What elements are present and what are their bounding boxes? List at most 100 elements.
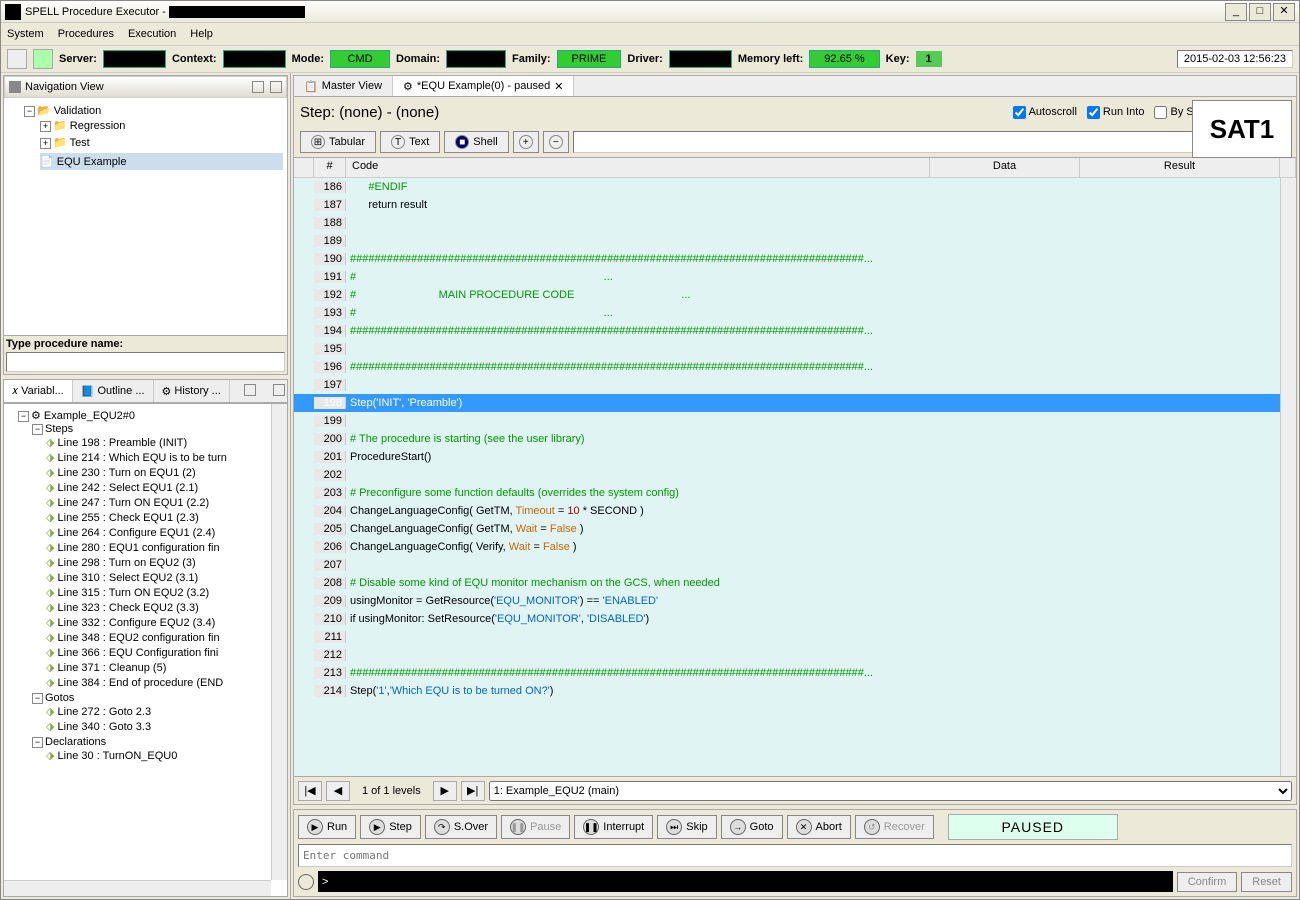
stack-last-button[interactable]: ▶| [461, 781, 485, 801]
code-line[interactable]: 206ChangeLanguageConfig( Verify, Wait = … [294, 538, 1296, 556]
code-line[interactable]: 204ChangeLanguageConfig( GetTM, Timeout … [294, 502, 1296, 520]
tree-expander[interactable]: − [24, 106, 35, 117]
code-line[interactable]: 205ChangeLanguageConfig( GetTM, Wait = F… [294, 520, 1296, 538]
tab-equ-example[interactable]: ⚙ *EQU Example(0) - paused ✕ [393, 76, 574, 96]
outline-item[interactable]: ⬗ Line 242 : Select EQU1 (2.1) [46, 480, 283, 495]
recover-button[interactable]: ↺Recover [855, 815, 934, 839]
tree-expander[interactable]: − [32, 424, 43, 435]
command-input[interactable] [298, 844, 1292, 867]
scrollbar-v[interactable] [271, 404, 287, 880]
code-line[interactable]: 190#####################################… [294, 250, 1296, 268]
code-line[interactable]: 197 [294, 376, 1296, 394]
outline-item[interactable]: ⬗ Line 30 : TurnON_EQU0 [46, 748, 283, 763]
outline-item[interactable]: ⬗ Line 315 : Turn ON EQU2 (3.2) [46, 585, 283, 600]
sover-button[interactable]: ↷S.Over [425, 815, 497, 839]
scrollbar-v[interactable] [1280, 178, 1296, 776]
runinto-checkbox[interactable]: Run Into [1087, 106, 1145, 119]
terminal[interactable]: > [318, 871, 1173, 892]
code-line[interactable]: 196#####################################… [294, 358, 1296, 376]
run-button[interactable]: ▶Run [298, 815, 356, 839]
tab-history[interactable]: ⚙ History ... [154, 380, 230, 402]
tabular-button[interactable]: ⊞Tabular [300, 131, 376, 153]
tab-variables[interactable]: 𝑥 Variabl... [4, 380, 73, 402]
code-line[interactable]: 203# Preconfigure some function defaults… [294, 484, 1296, 502]
panel-min-icon[interactable] [244, 384, 256, 396]
scrollbar-h[interactable] [4, 880, 271, 896]
code-line[interactable]: 199 [294, 412, 1296, 430]
navigation-tree[interactable]: −📂 Validation +📁 Regression +📁 Test 📄 EQ… [4, 98, 287, 335]
panel-max-icon[interactable] [270, 81, 282, 93]
tree-folder-regression[interactable]: Regression [70, 120, 126, 132]
code-line[interactable]: 192# MAIN PROCEDURE CODE ... [294, 286, 1296, 304]
toolbar-icon-2[interactable] [33, 49, 53, 69]
autoscroll-checkbox[interactable]: Autoscroll [1013, 106, 1077, 119]
stack-prev-button[interactable]: ◀ [326, 781, 350, 801]
menu-execution[interactable]: Execution [128, 28, 176, 40]
outline-declarations[interactable]: Declarations [45, 736, 106, 748]
outline-item[interactable]: ⬗ Line 230 : Turn on EQU1 (2) [46, 465, 283, 480]
code-line[interactable]: 194#####################################… [294, 322, 1296, 340]
code-line[interactable]: 189 [294, 232, 1296, 250]
code-line[interactable]: 213#####################################… [294, 664, 1296, 682]
minimize-button[interactable]: _ [1225, 3, 1247, 21]
shell-button[interactable]: ■Shell [444, 131, 508, 153]
maximize-button[interactable]: □ [1249, 3, 1271, 21]
code-line[interactable]: 202 [294, 466, 1296, 484]
code-line[interactable]: 209usingMonitor = GetResource('EQU_MONIT… [294, 592, 1296, 610]
reset-button[interactable]: Reset [1241, 872, 1292, 892]
tree-expander[interactable]: − [32, 737, 43, 748]
prompt-input[interactable] [573, 131, 1197, 153]
menu-system[interactable]: System [7, 28, 44, 40]
code-line[interactable]: 211 [294, 628, 1296, 646]
tree-folder-test[interactable]: Test [70, 137, 90, 149]
code-line[interactable]: 201ProcedureStart() [294, 448, 1296, 466]
outline-item[interactable]: ⬗ Line 280 : EQU1 configuration fin [46, 540, 283, 555]
remove-button[interactable]: − [543, 131, 569, 153]
outline-item[interactable]: ⬗ Line 247 : Turn ON EQU1 (2.2) [46, 495, 283, 510]
stack-next-button[interactable]: ▶ [433, 781, 457, 801]
outline-item[interactable]: ⬗ Line 384 : End of procedure (END [46, 675, 283, 690]
code-line[interactable]: 186 #ENDIF [294, 178, 1296, 196]
code-line[interactable]: 195 [294, 340, 1296, 358]
outline-item[interactable]: ⬗ Line 340 : Goto 3.3 [46, 719, 283, 734]
menu-procedures[interactable]: Procedures [58, 28, 114, 40]
outline-root[interactable]: Example_EQU2#0 [44, 410, 135, 422]
interrupt-button[interactable]: ❚❚Interrupt [574, 815, 653, 839]
code-line[interactable]: 198Step('INIT', 'Preamble') [294, 394, 1296, 412]
outline-item[interactable]: ⬗ Line 298 : Turn on EQU2 (3) [46, 555, 283, 570]
skip-button[interactable]: ⏭Skip [657, 815, 716, 839]
outline-item[interactable]: ⬗ Line 272 : Goto 2.3 [46, 704, 283, 719]
outline-item[interactable]: ⬗ Line 214 : Which EQU is to be turn [46, 450, 283, 465]
code-line[interactable]: 208# Disable some kind of EQU monitor me… [294, 574, 1296, 592]
goto-button[interactable]: →Goto [721, 815, 783, 839]
code-line[interactable]: 188 [294, 214, 1296, 232]
outline-tree[interactable]: −⚙ Example_EQU2#0 −Steps ⬗ Line 198 : Pr… [3, 403, 288, 897]
outline-gotos[interactable]: Gotos [45, 692, 74, 704]
stack-select[interactable]: 1: Example_EQU2 (main) [489, 781, 1292, 801]
tree-expander[interactable]: + [40, 121, 51, 132]
abort-button[interactable]: ✕Abort [787, 815, 851, 839]
tree-folder-validation[interactable]: Validation [54, 105, 102, 117]
tab-master-view[interactable]: 📋 Master View [294, 76, 393, 96]
outline-item[interactable]: ⬗ Line 198 : Preamble (INIT) [46, 435, 283, 450]
code-body[interactable]: 186 #ENDIF187 return result188189190####… [294, 178, 1296, 776]
outline-item[interactable]: ⬗ Line 255 : Check EQU1 (2.3) [46, 510, 283, 525]
code-line[interactable]: 187 return result [294, 196, 1296, 214]
code-line[interactable]: 193# ... [294, 304, 1296, 322]
outline-item[interactable]: ⬗ Line 310 : Select EQU2 (3.1) [46, 570, 283, 585]
outline-item[interactable]: ⬗ Line 323 : Check EQU2 (3.3) [46, 600, 283, 615]
pause-button[interactable]: ❚❚Pause [501, 815, 570, 839]
close-button[interactable]: ✕ [1273, 3, 1295, 21]
panel-max-icon[interactable] [273, 384, 285, 396]
tree-expander[interactable]: − [32, 693, 43, 704]
outline-steps[interactable]: Steps [45, 423, 73, 435]
outline-item[interactable]: ⬗ Line 348 : EQU2 configuration fin [46, 630, 283, 645]
toolbar-icon-1[interactable] [7, 49, 27, 69]
code-line[interactable]: 200# The procedure is starting (see the … [294, 430, 1296, 448]
code-line[interactable]: 212 [294, 646, 1296, 664]
outline-item[interactable]: ⬗ Line 371 : Cleanup (5) [46, 660, 283, 675]
outline-item[interactable]: ⬗ Line 366 : EQU Configuration fini [46, 645, 283, 660]
tree-expander[interactable]: + [40, 138, 51, 149]
stack-first-button[interactable]: |◀ [298, 781, 322, 801]
code-line[interactable]: 207 [294, 556, 1296, 574]
